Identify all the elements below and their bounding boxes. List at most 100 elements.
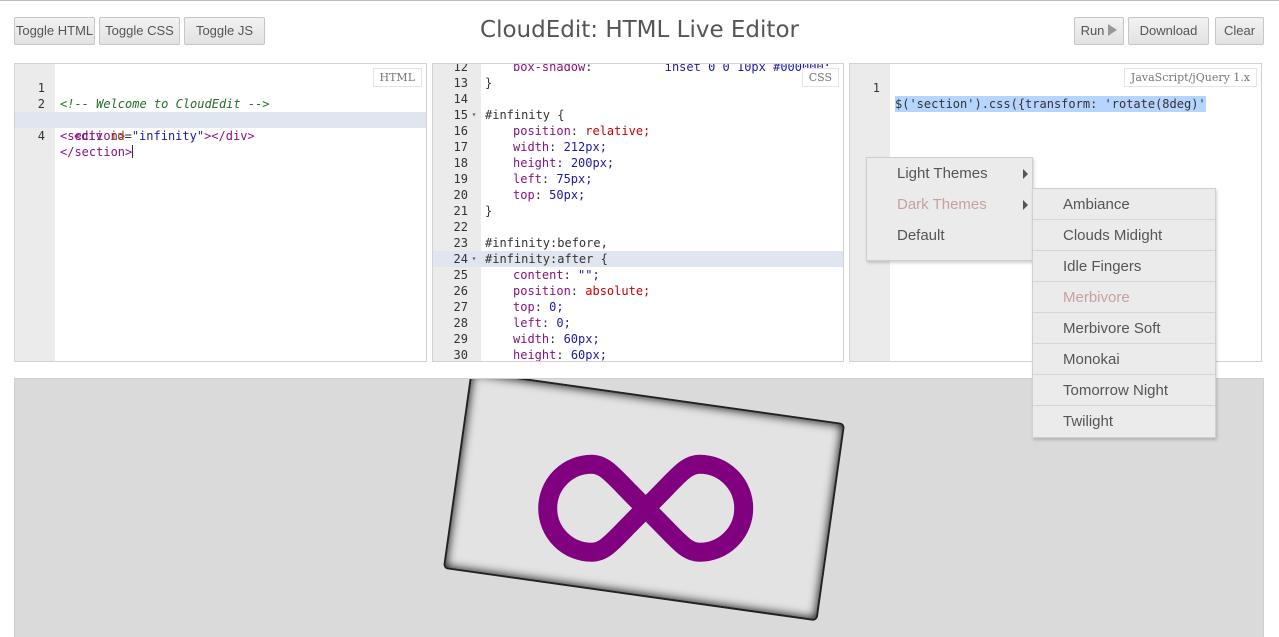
code-punct: : bbox=[549, 140, 564, 154]
code-line[interactable]: 12 box-shadow: inset 0 0 10px #000000; bbox=[433, 63, 843, 75]
line-number: 17 bbox=[453, 140, 468, 154]
css-property: top bbox=[513, 188, 535, 202]
html-editor[interactable]: 1 <!-- Welcome to CloudEdit --> 2 ▾ <sec… bbox=[14, 63, 427, 362]
line-number: 29 bbox=[453, 332, 468, 346]
code-text: width: 212px; bbox=[513, 139, 607, 155]
code-line[interactable]: 15 ▾ #infinity { bbox=[433, 107, 843, 123]
code-token: = bbox=[124, 129, 132, 143]
line-number: 26 bbox=[453, 284, 468, 298]
menu-item-label: Light Themes bbox=[897, 165, 988, 182]
toggle-css-button[interactable]: Toggle CSS bbox=[99, 17, 180, 45]
code-line[interactable]: 16 position: relative; bbox=[433, 123, 843, 139]
css-value: 0; bbox=[549, 300, 564, 314]
code-line[interactable]: 20 top: 50px; bbox=[433, 187, 843, 203]
code-line-active[interactable]: 24 ▾ #infinity:after { bbox=[433, 251, 843, 267]
header-toolbar: Toggle HTML Toggle CSS Toggle JS CloudEd… bbox=[0, 1, 1279, 61]
css-property: box-shadow bbox=[513, 63, 586, 74]
code-line-active[interactable]: 4 </section> bbox=[15, 112, 426, 159]
submenu-item-merbivore-soft[interactable]: Merbivore Soft bbox=[1033, 313, 1215, 344]
code-line[interactable]: 19 left: 75px; bbox=[433, 171, 843, 187]
code-punct: : bbox=[556, 156, 571, 170]
css-property: position bbox=[513, 124, 571, 138]
fold-caret-icon[interactable]: ▾ bbox=[470, 251, 478, 267]
submenu-item-tomorrow-night[interactable]: Tomorrow Night bbox=[1033, 375, 1215, 406]
code-punct: : bbox=[541, 316, 557, 330]
css-editor[interactable]: 12 box-shadow: inset 0 0 10px #000000; 13}… bbox=[432, 63, 844, 362]
preview-section bbox=[442, 379, 846, 622]
code-text: } bbox=[485, 76, 493, 90]
code-punct: : bbox=[570, 124, 586, 138]
menu-item-label: Tomorrow Night bbox=[1063, 382, 1169, 399]
code-line[interactable]: 17 width: 212px; bbox=[433, 139, 843, 155]
clear-button[interactable]: Clear bbox=[1215, 17, 1264, 45]
line-number: 16 bbox=[453, 124, 468, 138]
code-token: "infinity" bbox=[131, 129, 205, 143]
code-line[interactable]: 21} bbox=[433, 203, 843, 219]
toggle-js-button[interactable]: Toggle JS bbox=[184, 17, 265, 45]
code-line[interactable]: 1 <!-- Welcome to CloudEdit --> bbox=[15, 64, 426, 111]
code-line[interactable]: 29 width: 60px; bbox=[433, 331, 843, 347]
toggle-html-button[interactable]: Toggle HTML bbox=[14, 17, 95, 45]
submenu-item-monokai[interactable]: Monokai bbox=[1033, 344, 1215, 375]
code-punct: : bbox=[556, 348, 571, 362]
menu-item-label: Clouds Midight bbox=[1063, 227, 1163, 244]
css-value: ""; bbox=[578, 268, 600, 282]
code-line[interactable]: 13} bbox=[433, 75, 843, 91]
menu-item-label: Ambiance bbox=[1063, 196, 1130, 213]
submenu-item-merbivore[interactable]: Merbivore bbox=[1033, 282, 1215, 313]
menu-item-label: Monokai bbox=[1063, 351, 1120, 368]
line-number: 23 bbox=[453, 236, 468, 250]
caret-right-icon bbox=[1023, 169, 1028, 179]
js-mode-label: JavaScript/jQuery 1.x bbox=[1123, 68, 1257, 87]
code-line[interactable]: 2 ▾ <section> bbox=[15, 80, 426, 143]
code-punct: : bbox=[563, 268, 579, 282]
run-button[interactable]: Run bbox=[1074, 17, 1124, 45]
code-text: } bbox=[485, 204, 493, 218]
line-number: 18 bbox=[453, 156, 468, 170]
code-text-selected: $('section').css({transform: 'rotate(8de… bbox=[895, 96, 1206, 112]
submenu-item-clouds-midight[interactable]: Clouds Midight bbox=[1033, 220, 1215, 251]
menu-item-label: Merbivore bbox=[1063, 289, 1130, 306]
code-line[interactable]: 26 position: absolute; bbox=[433, 283, 843, 299]
css-property: height bbox=[513, 348, 557, 362]
code-line[interactable]: 18 height: 200px; bbox=[433, 155, 843, 171]
css-mode-label: CSS bbox=[801, 68, 839, 87]
line-number: 1 bbox=[872, 81, 880, 95]
code-text: </section> bbox=[60, 144, 134, 160]
menu-item-dark-themes[interactable]: Dark Themes bbox=[867, 189, 1032, 220]
line-number: 4 bbox=[37, 129, 45, 143]
code-line[interactable]: 27 top: 0; bbox=[433, 299, 843, 315]
css-value: 200px; bbox=[570, 156, 615, 170]
line-number: 30 bbox=[453, 348, 468, 362]
code-text: height: 200px; bbox=[513, 155, 614, 171]
dark-themes-submenu: Ambiance Clouds Midight Idle Fingers Merbiv… bbox=[1032, 188, 1216, 438]
code-line[interactable]: 25 content: ""; bbox=[433, 267, 843, 283]
code-punct: : bbox=[549, 332, 564, 346]
code-text: width: 60px; bbox=[513, 331, 600, 347]
line-number: 12 bbox=[453, 63, 468, 74]
code-line[interactable]: 23 #infinity:before, bbox=[433, 235, 843, 251]
menu-item-label: Merbivore Soft bbox=[1063, 320, 1161, 337]
line-number: 27 bbox=[453, 300, 468, 314]
code-line[interactable]: 30 height: 60px; bbox=[433, 347, 843, 362]
css-property: width bbox=[513, 332, 550, 346]
code-text: box-shadow: inset 0 0 10px #000000; bbox=[513, 63, 831, 75]
css-value: 50px; bbox=[549, 188, 586, 202]
menu-item-default[interactable]: Default bbox=[867, 220, 1032, 251]
download-button[interactable]: Download bbox=[1128, 17, 1209, 45]
code-line[interactable]: 3 <div id="infinity"></div> bbox=[15, 96, 426, 143]
line-number: 15 bbox=[453, 108, 468, 122]
line-number: 22 bbox=[453, 220, 468, 234]
code-line[interactable]: 14 bbox=[433, 91, 843, 107]
code-line[interactable]: 22 bbox=[433, 219, 843, 235]
menu-item-light-themes[interactable]: Light Themes bbox=[867, 158, 1032, 189]
fold-caret-icon[interactable]: ▾ bbox=[470, 107, 478, 123]
code-punct: : bbox=[570, 284, 586, 298]
line-number: 13 bbox=[453, 76, 468, 90]
code-line[interactable]: 28 left: 0; bbox=[433, 315, 843, 331]
code-text: #infinity:after { bbox=[485, 252, 608, 266]
submenu-item-twilight[interactable]: Twilight bbox=[1033, 406, 1215, 437]
line-number: 25 bbox=[453, 268, 468, 282]
submenu-item-idle-fingers[interactable]: Idle Fingers bbox=[1033, 251, 1215, 282]
submenu-item-ambiance[interactable]: Ambiance bbox=[1033, 189, 1215, 220]
